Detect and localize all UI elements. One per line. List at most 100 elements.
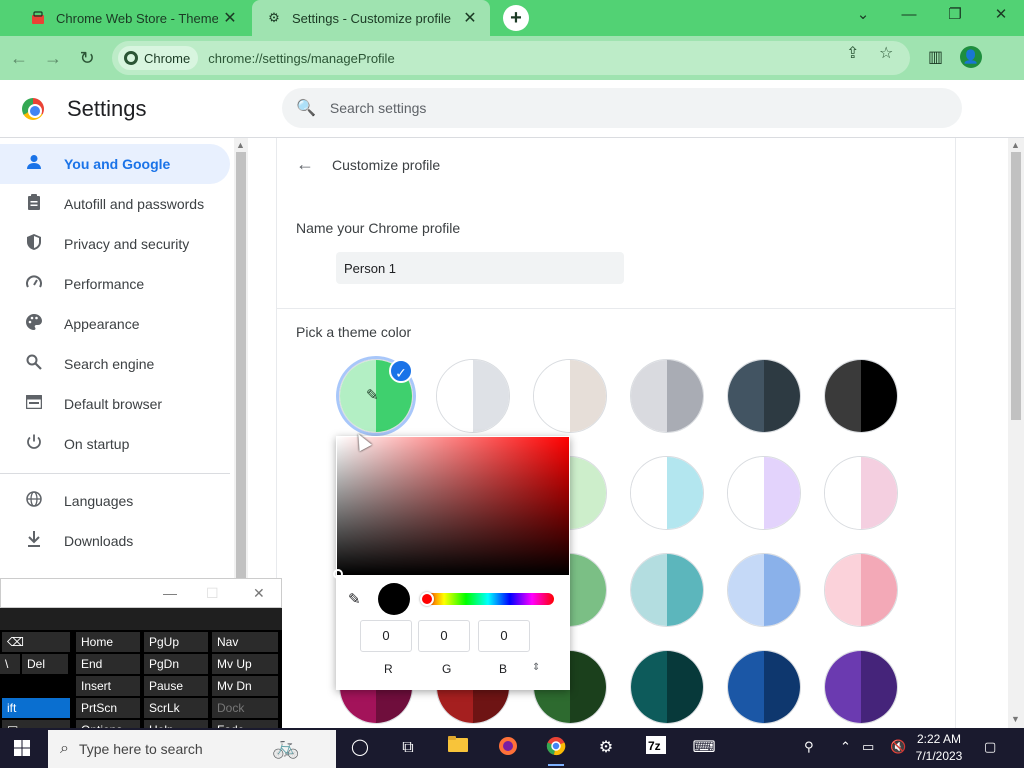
sidebar-item-default-browser[interactable]: Default browser bbox=[0, 384, 230, 424]
scroll-down-arrow[interactable]: ▼ bbox=[1011, 714, 1020, 724]
firefox-icon[interactable] bbox=[494, 736, 522, 760]
saturation-value-area[interactable] bbox=[333, 437, 569, 579]
sidebar-item-search-engine[interactable]: Search engine bbox=[0, 344, 230, 384]
task-view-icon[interactable]: ⧉ bbox=[394, 736, 422, 760]
app-icon[interactable]: ⚙ bbox=[592, 736, 620, 760]
theme-color-swatch[interactable] bbox=[533, 359, 607, 433]
sidebar-item-autofill[interactable]: Autofill and passwords bbox=[0, 184, 230, 224]
theme-color-swatch[interactable] bbox=[824, 650, 898, 724]
chrome-icon bbox=[124, 51, 138, 65]
sidebar-item-on-startup[interactable]: On startup bbox=[0, 424, 230, 464]
section-divider bbox=[277, 308, 955, 309]
windows-start-icon[interactable] bbox=[14, 740, 30, 761]
onscreen-keyboard-icon[interactable]: ⌨ bbox=[690, 736, 718, 760]
theme-color-swatch[interactable] bbox=[824, 456, 898, 530]
search-settings-field[interactable]: 🔍 Search settings bbox=[282, 88, 962, 128]
theme-color-swatch[interactable] bbox=[630, 456, 704, 530]
keyboard-key[interactable]: PrtScn bbox=[76, 698, 140, 718]
show-hidden-icons-icon[interactable]: ⌃ bbox=[840, 739, 851, 755]
tab-search-button[interactable]: ⌄ bbox=[840, 0, 886, 30]
chrome-taskbar-icon[interactable] bbox=[542, 736, 570, 766]
new-tab-button[interactable]: + bbox=[503, 5, 529, 31]
keyboard-key[interactable]: Home bbox=[76, 632, 140, 652]
file-explorer-icon[interactable] bbox=[444, 736, 472, 760]
site-info-chip[interactable]: Chrome bbox=[118, 46, 199, 70]
theme-color-swatch[interactable] bbox=[630, 359, 704, 433]
keyboard-key[interactable]: Pause bbox=[144, 676, 208, 696]
keyboard-key[interactable]: ScrLk bbox=[144, 698, 208, 718]
restore-button[interactable]: ❐ bbox=[932, 0, 978, 30]
keyboard-key[interactable]: Del bbox=[22, 654, 68, 674]
keyboard-key[interactable]: Insert bbox=[76, 676, 140, 696]
keyboard-key[interactable]: Mv Dn bbox=[212, 676, 278, 696]
keyboard-key[interactable]: PgUp bbox=[144, 632, 208, 652]
theme-color-swatch[interactable] bbox=[630, 553, 704, 627]
close-tab-button[interactable]: ✕ bbox=[458, 8, 482, 28]
theme-color-swatch[interactable] bbox=[824, 359, 898, 433]
taskbar-clock[interactable]: 2:22 AM 7/1/2023 bbox=[912, 731, 966, 765]
close-tab-button[interactable]: ✕ bbox=[218, 8, 242, 28]
scroll-up-arrow[interactable]: ▲ bbox=[1011, 140, 1020, 150]
back-button[interactable]: ← bbox=[6, 45, 32, 71]
volume-muted-icon[interactable]: 🔇 bbox=[890, 739, 906, 755]
close-icon[interactable]: ✕ bbox=[253, 585, 265, 602]
network-icon[interactable]: ▭ bbox=[862, 739, 874, 755]
tab-settings[interactable]: ⚙ Settings - Customize profile ✕ bbox=[252, 0, 490, 36]
minimize-button[interactable]: — bbox=[886, 0, 932, 30]
share-icon[interactable]: ⇪ bbox=[846, 43, 859, 63]
back-arrow-icon[interactable]: ← bbox=[296, 154, 314, 175]
eyedropper-icon: ✎ bbox=[366, 387, 379, 404]
theme-color-swatch[interactable] bbox=[727, 553, 801, 627]
bookmark-star-icon[interactable]: ☆ bbox=[879, 43, 893, 63]
7zip-icon[interactable]: 7z bbox=[642, 736, 670, 760]
on-screen-keyboard: — ☐ ✕ ⌫ Home PgUp Nav \ Del End PgDn Mv Up Insert… bbox=[0, 578, 282, 744]
keyboard-key[interactable]: \ bbox=[0, 654, 20, 674]
cortana-icon[interactable]: ◯ bbox=[346, 736, 374, 760]
format-toggle-button[interactable]: ⇕ bbox=[532, 662, 540, 673]
notifications-icon[interactable]: ▢ bbox=[984, 739, 996, 755]
blue-value-input[interactable]: 0 bbox=[478, 620, 530, 652]
color-selector-knob[interactable] bbox=[333, 569, 343, 579]
hue-slider[interactable] bbox=[420, 592, 554, 606]
sidebar-item-you-and-google[interactable]: You and Google bbox=[0, 144, 230, 184]
theme-color-swatch[interactable] bbox=[727, 359, 801, 433]
keyboard-key[interactable]: ⌫ bbox=[2, 632, 70, 652]
address-bar[interactable]: Chrome chrome://settings/manageProfile bbox=[112, 41, 910, 75]
hue-slider-knob[interactable] bbox=[420, 592, 434, 606]
theme-color-swatch[interactable] bbox=[630, 650, 704, 724]
green-value-input[interactable]: 0 bbox=[418, 620, 470, 652]
profile-avatar-button[interactable]: 👤 bbox=[960, 46, 982, 68]
keyboard-key[interactable]: Mv Up bbox=[212, 654, 278, 674]
settings-header: Settings 🔍 Search settings bbox=[0, 80, 1024, 138]
sidebar-item-downloads[interactable]: Downloads bbox=[0, 521, 230, 561]
minimize-icon[interactable]: — bbox=[163, 585, 177, 601]
close-window-button[interactable]: ✕ bbox=[978, 0, 1024, 30]
theme-color-swatch[interactable] bbox=[727, 456, 801, 530]
theme-color-swatch[interactable] bbox=[824, 553, 898, 627]
green-label: G bbox=[442, 662, 452, 676]
keyboard-key[interactable]: PgDn bbox=[144, 654, 208, 674]
eyedropper-button[interactable]: ✎ bbox=[348, 590, 361, 608]
scroll-up-arrow[interactable]: ▲ bbox=[236, 140, 245, 150]
keyboard-key[interactable]: End bbox=[76, 654, 140, 674]
theme-color-swatch[interactable] bbox=[436, 359, 510, 433]
sidebar-item-privacy[interactable]: Privacy and security bbox=[0, 224, 230, 264]
side-panel-icon[interactable]: ▥ bbox=[928, 47, 943, 67]
reload-button[interactable]: ↻ bbox=[74, 45, 100, 71]
tab-webstore[interactable]: Chrome Web Store - Themes ✕ bbox=[16, 0, 250, 36]
sidebar-item-languages[interactable]: Languages bbox=[0, 481, 230, 521]
theme-color-swatch[interactable] bbox=[727, 650, 801, 724]
scrollbar-thumb[interactable] bbox=[236, 152, 246, 622]
keyboard-key[interactable]: ift bbox=[2, 698, 70, 718]
sidebar-item-performance[interactable]: Performance bbox=[0, 264, 230, 304]
main-scrollbar[interactable]: ▲ ▼ bbox=[1008, 138, 1024, 728]
people-icon[interactable]: ⚲ bbox=[804, 739, 814, 755]
profile-name-input[interactable] bbox=[336, 252, 624, 284]
chip-label: Chrome bbox=[144, 50, 191, 66]
red-value-input[interactable]: 0 bbox=[360, 620, 412, 652]
forward-button[interactable]: → bbox=[40, 45, 66, 71]
keyboard-key[interactable]: Nav bbox=[212, 632, 278, 652]
sidebar-item-appearance[interactable]: Appearance bbox=[0, 304, 230, 344]
keyboard-key[interactable]: Dock bbox=[212, 698, 278, 718]
scrollbar-thumb[interactable] bbox=[1011, 152, 1021, 420]
